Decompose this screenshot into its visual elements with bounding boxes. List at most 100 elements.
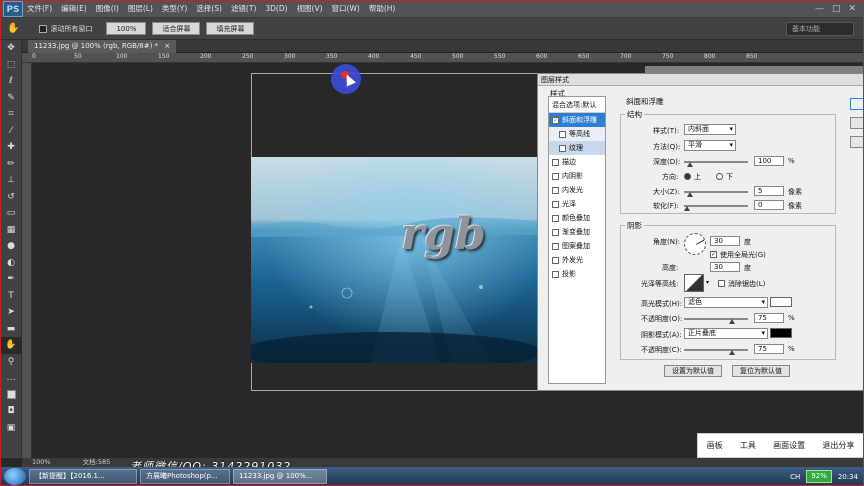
menu-view[interactable]: 视图(V) [297,3,323,14]
direction-up-radio[interactable] [684,173,691,180]
blend-options-item[interactable]: 混合选项:默认 [549,97,605,113]
antialias-checkbox[interactable] [718,280,725,287]
bevel-checkbox[interactable]: ✓ [552,116,559,124]
hand-tool-icon[interactable]: ✋ [0,337,22,354]
close-icon[interactable]: ✕ [848,4,856,14]
size-slider[interactable] [684,191,748,193]
style-item-texture[interactable]: 纹理 [549,141,605,155]
crop-tool-icon[interactable]: ⌗ [0,106,22,123]
pattern-overlay-checkbox[interactable] [552,242,559,250]
share-tools-button[interactable]: 工具 [740,440,756,451]
menu-3d[interactable]: 3D(D) [265,4,287,13]
share-exit-button[interactable]: 退出分享 [822,440,854,451]
more-tools-icon[interactable]: … [0,370,22,387]
shadow-mode-select[interactable]: 正片叠底 [684,328,768,339]
dodge-tool-icon[interactable]: ◐ [0,255,22,272]
depth-slider[interactable] [684,161,748,163]
shadow-opacity-input[interactable]: 75 [754,344,784,354]
style-item-pattern-overlay[interactable]: 图案叠加 [549,239,605,253]
texture-checkbox[interactable] [559,144,566,152]
highlight-color-swatch[interactable] [770,297,792,307]
eraser-tool-icon[interactable]: ▭ [0,205,22,222]
workspace-select[interactable]: 基本功能 [786,21,854,36]
start-button[interactable] [4,468,26,485]
style-item-inner-glow[interactable]: 内发光 [549,183,605,197]
angle-input[interactable]: 30 [710,236,740,246]
set-default-button[interactable]: 设置为默认值 [664,365,722,377]
highlight-opacity-slider[interactable] [684,318,748,320]
lasso-tool-icon[interactable]: ℓ [0,73,22,90]
stamp-tool-icon[interactable]: ⊥ [0,172,22,189]
fit-screen-button[interactable]: 适合屏幕 [152,22,201,35]
style-item-satin[interactable]: 光泽 [549,197,605,211]
close-tab-icon[interactable]: × [164,42,170,50]
altitude-input[interactable]: 30 [710,262,740,272]
taskbar-item-photoshop[interactable]: 方展曦Photoshop(p... [140,469,230,484]
ime-indicator[interactable]: CH [790,473,800,481]
style-item-outer-glow[interactable]: 外发光 [549,253,605,267]
style-item-drop-shadow[interactable]: 投影 [549,267,605,281]
reset-default-button[interactable]: 复位为默认值 [732,365,790,377]
soften-slider-knob[interactable] [684,206,690,211]
share-settings-button[interactable]: 画面设置 [773,440,805,451]
menu-layer[interactable]: 图层(L) [128,3,153,14]
size-slider-knob[interactable] [687,192,693,197]
shadow-opacity-knob[interactable] [729,350,735,355]
color-swatches-icon[interactable] [0,387,22,404]
menu-image[interactable]: 图像(I) [96,3,119,14]
depth-input[interactable]: 100 [754,156,784,166]
menu-edit[interactable]: 编辑(E) [61,3,87,14]
style-item-gradient-overlay[interactable]: 渐变叠加 [549,225,605,239]
gradient-overlay-checkbox[interactable] [552,228,559,236]
taskbar-item-document[interactable]: 11233.jpg @ 100%... [233,469,327,484]
depth-slider-knob[interactable] [687,162,693,167]
satin-checkbox[interactable] [552,200,559,208]
brush-tool-icon[interactable]: ✏ [0,156,22,173]
taskbar-item-browser[interactable]: 【新提醒】【2016.1... [29,469,137,484]
quick-mask-icon[interactable]: ◘ [0,403,22,420]
move-tool-icon[interactable]: ✥ [0,40,22,57]
style-item-contour[interactable]: 等高线 [549,127,605,141]
style-item-inner-shadow[interactable]: 内阴影 [549,169,605,183]
menu-type[interactable]: 类型(Y) [162,3,187,14]
share-board-button[interactable]: 画板 [707,440,723,451]
highlight-opacity-knob[interactable] [729,319,735,324]
style-item-stroke[interactable]: 描边 [549,155,605,169]
contour-checkbox[interactable] [559,130,566,138]
blur-tool-icon[interactable]: ● [0,238,22,255]
document-tab[interactable]: 11233.jpg @ 100% (rgb, RGB/8#) * × [28,40,177,53]
screen-mode-icon[interactable]: ▣ [0,420,22,437]
style-item-bevel-emboss[interactable]: ✓ 斜面和浮雕 [549,113,605,127]
zoom-tool-icon[interactable]: ⚲ [0,354,22,371]
highlight-mode-select[interactable]: 滤色 [684,297,768,308]
stroke-checkbox[interactable] [552,158,559,166]
path-select-icon[interactable]: ➤ [0,304,22,321]
inner-glow-checkbox[interactable] [552,186,559,194]
outer-glow-checkbox[interactable] [552,256,559,264]
menu-file[interactable]: 文件(F) [27,3,52,14]
history-brush-icon[interactable]: ↺ [0,189,22,206]
battery-indicator[interactable]: 92% [806,470,832,483]
maximize-icon[interactable]: □ [832,4,841,14]
document-image[interactable]: rgb [251,157,537,363]
bevel-style-select[interactable]: 内斜面 [684,124,736,135]
cancel-button[interactable] [850,117,864,129]
style-item-color-overlay[interactable]: 颜色叠加 [549,211,605,225]
gradient-tool-icon[interactable]: ▦ [0,222,22,239]
scroll-all-checkbox[interactable] [39,24,48,33]
eyedropper-tool-icon[interactable]: ⁄ [0,123,22,140]
shadow-opacity-slider[interactable] [684,349,748,351]
new-style-button[interactable] [850,136,864,148]
minimize-icon[interactable]: — [815,4,824,14]
status-zoom[interactable]: 100% [32,458,51,466]
zoom-100-button[interactable]: 100% [106,22,147,35]
menu-window[interactable]: 窗口(W) [332,3,360,14]
menu-help[interactable]: 帮助(H) [369,3,396,14]
highlight-opacity-input[interactable]: 75 [754,313,784,323]
ok-button[interactable] [850,98,864,110]
hand-tool-icon[interactable]: ✋ [7,23,19,34]
gloss-contour-picker[interactable] [684,274,704,292]
menu-filter[interactable]: 滤镜(T) [231,3,256,14]
shadow-color-swatch[interactable] [770,328,792,338]
clock[interactable]: 20:34 [838,473,858,481]
